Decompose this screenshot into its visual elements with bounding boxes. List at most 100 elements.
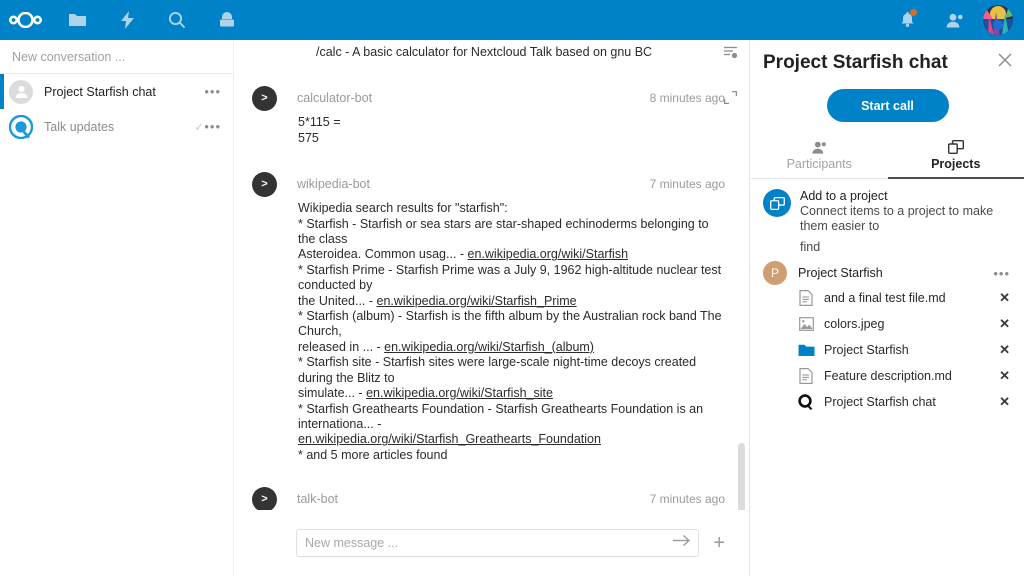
tab-projects[interactable]: Projects — [887, 138, 1024, 179]
nextcloud-logo[interactable] — [0, 12, 52, 28]
message-text: released in ... - — [298, 339, 385, 354]
add-to-project-text: Add to a project Connect items to a proj… — [800, 189, 1012, 234]
message-line: simulate... - en.wikipedia.org/wiki/Star… — [298, 386, 725, 401]
message-line: * Starfish (album) - Starfish is the fif… — [298, 309, 725, 340]
message-text: * Starfish Greathearts Foundation - Star… — [298, 401, 704, 431]
avatar[interactable] — [983, 5, 1013, 35]
file-name: Project Starfish — [824, 343, 909, 357]
message-wikipedia-bot: > wikipedia-bot 7 minutes ago Wikipedia … — [234, 169, 749, 463]
chat-scrollbar[interactable] — [738, 443, 745, 510]
list-item[interactable]: Project Starfish ✕ — [751, 337, 1024, 363]
project-header[interactable]: P Project Starfish ••• — [751, 255, 1024, 285]
sidebar-item-talk-updates[interactable]: Talk updates ✓ ••• — [0, 109, 233, 144]
message-line: 5*115 = — [298, 115, 341, 130]
project-name: Project Starfish — [798, 266, 883, 280]
message-calculator-bot: > calculator-bot 8 minutes ago 5*115 = 5… — [234, 83, 749, 146]
plus-icon[interactable]: + — [713, 532, 725, 555]
message-header: > wikipedia-bot 7 minutes ago — [252, 169, 725, 199]
message-line: the United... - en.wikipedia.org/wiki/St… — [298, 294, 725, 309]
document-icon — [797, 290, 815, 306]
message-line: * Starfish - Starfish or sea stars are s… — [298, 217, 725, 248]
file-name: colors.jpeg — [824, 317, 885, 331]
top-navigation-bar — [0, 0, 1024, 40]
contacts-icon[interactable] — [931, 0, 979, 40]
mention-all-icon[interactable] — [724, 46, 738, 64]
page-title: Project Starfish chat — [763, 52, 948, 73]
add-to-project-subtitle: Connect items to a project to make them … — [800, 204, 994, 233]
remove-item-button[interactable]: ✕ — [999, 368, 1012, 384]
message-list: /calc - A basic calculator for Nextcloud… — [234, 40, 749, 510]
message-line: * Starfish site - Starfish sites were la… — [298, 355, 725, 386]
remove-item-button[interactable]: ✕ — [999, 342, 1012, 358]
sidebar-item-project-starfish-chat[interactable]: Project Starfish chat ••• — [0, 74, 233, 109]
list-item[interactable]: Feature description.md ✕ — [751, 363, 1024, 389]
message-text: /calc - A basic calculator for Nextcloud… — [316, 45, 653, 59]
message-author: talk-bot — [297, 492, 338, 507]
remove-item-button[interactable]: ✕ — [999, 394, 1012, 410]
wikipedia-link[interactable]: en.wikipedia.org/wiki/Starfish_site — [366, 386, 553, 400]
group-avatar-icon — [9, 79, 33, 104]
start-call-button[interactable]: Start call — [826, 89, 949, 122]
details-sidebar: Project Starfish chat Start call Partici… — [751, 40, 1024, 576]
wikipedia-link[interactable]: en.wikipedia.org/wiki/Starfish_Prime — [377, 294, 577, 308]
new-conversation-input[interactable]: New conversation ... — [0, 40, 233, 74]
search-icon[interactable] — [152, 0, 202, 40]
bot-avatar: > — [252, 85, 277, 111]
notification-badge — [910, 9, 917, 16]
tab-label: Projects — [931, 157, 981, 171]
add-to-project-row[interactable]: Add to a project Connect items to a proj… — [751, 179, 1024, 240]
message-line: 575 — [298, 130, 319, 145]
list-item[interactable]: colors.jpeg ✕ — [751, 311, 1024, 337]
send-arrow-icon[interactable] — [673, 534, 691, 552]
message-composer: New message ... + — [234, 510, 749, 576]
notifications-bell-icon[interactable] — [883, 0, 931, 40]
files-icon[interactable] — [52, 0, 102, 40]
activity-icon[interactable] — [102, 0, 152, 40]
message-author: wikipedia-bot — [297, 177, 370, 192]
message-text: * Starfish - Starfish or sea stars are s… — [298, 216, 709, 247]
message-line: released in ... - en.wikipedia.org/wiki/… — [298, 340, 725, 355]
message-line: * Starfish Prime - Starfish Prime was a … — [298, 263, 725, 294]
close-icon[interactable] — [998, 53, 1012, 71]
conversations-sidebar: New conversation ... Project Starfish ch… — [0, 40, 234, 576]
message-body: 5*115 = 575 — [252, 113, 725, 146]
message-line: Asteroidea. Common usag... - en.wikipedi… — [298, 247, 725, 262]
new-message-input[interactable]: New message ... — [296, 529, 700, 557]
message-timestamp: 8 minutes ago — [649, 91, 725, 106]
remove-item-button[interactable]: ✕ — [999, 316, 1012, 332]
top-right-icons — [883, 0, 1024, 40]
nextcloud-talk-app: New conversation ... Project Starfish ch… — [0, 0, 1024, 576]
list-item[interactable]: and a final test file.md ✕ — [751, 285, 1024, 311]
file-name: and a final test file.md — [824, 291, 946, 305]
remove-item-button[interactable]: ✕ — [999, 290, 1012, 306]
tab-participants[interactable]: Participants — [751, 138, 888, 178]
wikipedia-link[interactable]: en.wikipedia.org/wiki/Starfish — [468, 247, 629, 261]
talk-icon[interactable] — [202, 0, 252, 40]
conversation-name: Talk updates — [44, 119, 115, 134]
project-menu-button[interactable]: ••• — [993, 266, 1012, 281]
talk-logo-avatar-icon — [9, 114, 33, 139]
message-line: * and 5 more articles found — [298, 448, 725, 463]
message-text: Asteroidea. Common usag... - — [298, 247, 468, 262]
add-to-project-title: Add to a project — [800, 189, 888, 203]
bot-avatar: > — [252, 486, 277, 510]
message-text: * and 5 more articles found — [298, 447, 448, 462]
message-line: Wikipedia search results for "starfish": — [298, 201, 725, 216]
wikipedia-link[interactable]: en.wikipedia.org/wiki/Starfish_Greathear… — [298, 432, 601, 446]
conversation-menu-button[interactable]: ••• — [204, 84, 233, 99]
participants-icon — [751, 138, 888, 156]
message-header: > calculator-bot 8 minutes ago — [252, 83, 725, 113]
read-check-icon: ✓ — [194, 119, 205, 134]
message-body: Wikipedia search results for "starfish":… — [252, 199, 725, 463]
tab-label: Participants — [786, 157, 852, 171]
message-line: en.wikipedia.org/wiki/Starfish_Greathear… — [298, 432, 725, 447]
list-item[interactable]: Project Starfish chat ✕ — [751, 389, 1024, 415]
message-text: the United... - — [298, 293, 377, 308]
message-text: * Starfish Prime - Starfish Prime was a … — [298, 262, 722, 293]
message-leading: /calc - A basic calculator for Nextcloud… — [234, 40, 749, 60]
conversation-menu-button[interactable]: ••• — [204, 119, 233, 134]
message-author: calculator-bot — [297, 91, 373, 106]
expand-icon[interactable] — [723, 91, 738, 109]
wikipedia-link[interactable]: en.wikipedia.org/wiki/Starfish_(album) — [384, 340, 594, 354]
message-header: > talk-bot 7 minutes ago — [252, 484, 725, 510]
